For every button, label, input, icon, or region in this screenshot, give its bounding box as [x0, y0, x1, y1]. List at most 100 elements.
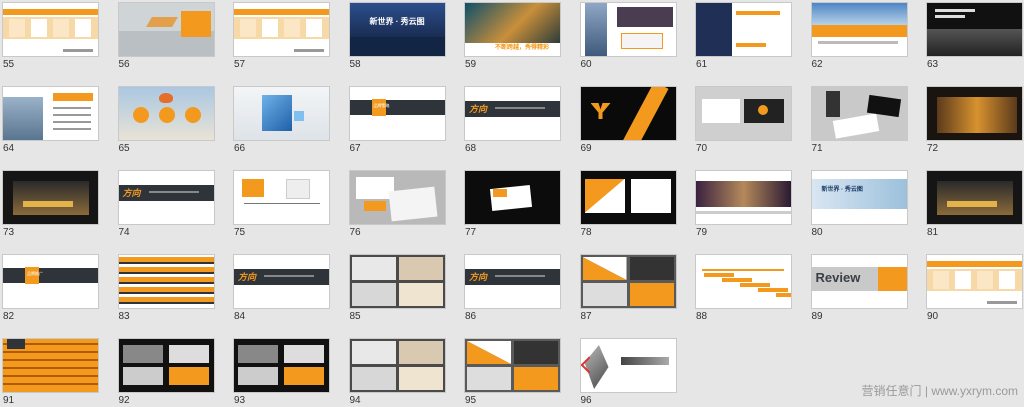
slide-thumbnail[interactable]: 69: [580, 87, 676, 154]
slide-preview[interactable]: [118, 255, 214, 308]
slide-preview[interactable]: [234, 3, 329, 56]
slide-preview[interactable]: [811, 87, 907, 140]
shape: [118, 302, 214, 304]
slide-preview[interactable]: [465, 171, 560, 224]
slide-preview[interactable]: 品牌推广: [3, 255, 98, 308]
slide-thumbnail[interactable]: 83: [118, 255, 214, 322]
slide-preview[interactable]: [580, 339, 676, 392]
slide-thumbnail[interactable]: 90: [927, 255, 1022, 322]
shape: [23, 201, 73, 207]
slide-preview[interactable]: [118, 3, 214, 56]
slide-thumbnail[interactable]: 65: [118, 87, 214, 154]
slide-preview[interactable]: [349, 255, 445, 308]
slide-preview[interactable]: [349, 171, 445, 224]
slide-thumbnail[interactable]: 79: [696, 171, 791, 238]
shape: [398, 283, 443, 306]
slide-thumbnail[interactable]: Review 89: [811, 255, 907, 322]
slide-preview[interactable]: [580, 255, 676, 308]
slide-thumbnail[interactable]: 87: [580, 255, 676, 322]
shape: [811, 3, 907, 25]
slide-thumbnail[interactable]: 77: [465, 171, 560, 238]
slide-preview[interactable]: 品牌策略: [349, 87, 445, 140]
slide-thumbnail[interactable]: 方向 74: [118, 171, 214, 238]
slide-thumbnail[interactable]: 新世界 · 秀云图 58: [349, 3, 445, 70]
slide-preview[interactable]: [3, 87, 98, 140]
slide-thumbnail[interactable]: 62: [811, 3, 907, 70]
slide-preview[interactable]: [696, 171, 791, 224]
slide-thumbnail[interactable]: 93: [234, 339, 329, 406]
slide-thumbnail[interactable]: 66: [234, 87, 329, 154]
slide-preview[interactable]: [927, 171, 1022, 224]
slide-thumbnail[interactable]: 55: [3, 3, 98, 70]
slide-thumbnail[interactable]: 72: [927, 87, 1022, 154]
slide-preview[interactable]: [811, 3, 907, 56]
slide-thumbnail[interactable]: 76: [349, 171, 445, 238]
shape: [306, 19, 322, 37]
slide-number: 75: [234, 227, 246, 238]
slide-number: 60: [580, 59, 592, 70]
slide-preview[interactable]: [580, 87, 676, 140]
slide-thumbnail[interactable]: 92: [118, 339, 214, 406]
slide-preview[interactable]: 方向: [234, 255, 329, 308]
slide-preview[interactable]: [118, 87, 214, 140]
slide-preview[interactable]: [696, 255, 791, 308]
slide-thumbnail[interactable]: 88: [696, 255, 791, 322]
slide-preview[interactable]: [927, 255, 1022, 308]
slide-preview[interactable]: [234, 339, 329, 392]
slide-thumbnail[interactable]: 73: [3, 171, 98, 238]
slide-preview[interactable]: 方向: [465, 255, 560, 308]
shape: [3, 97, 43, 140]
slide-preview[interactable]: [3, 3, 98, 56]
slide-preview[interactable]: [696, 3, 791, 56]
slide-preview[interactable]: [3, 171, 98, 224]
slide-thumbnail[interactable]: 64: [3, 87, 98, 154]
slide-number: 58: [349, 59, 361, 70]
slide-preview[interactable]: [927, 87, 1022, 140]
slide-thumbnail[interactable]: 不断跨越，秀得精彩 59: [465, 3, 560, 70]
slide-thumbnail[interactable]: 56: [118, 3, 214, 70]
slide-preview[interactable]: [927, 3, 1022, 56]
shape: [53, 19, 69, 37]
slide-thumbnail[interactable]: 95: [465, 339, 560, 406]
slide-thumbnail[interactable]: 71: [811, 87, 907, 154]
slide-thumbnail[interactable]: 57: [234, 3, 329, 70]
slide-preview[interactable]: 新世界 · 秀云图: [811, 171, 907, 224]
slide-thumbnail[interactable]: 78: [580, 171, 676, 238]
slide-thumbnail[interactable]: 品牌策略 67: [349, 87, 445, 154]
slide-thumbnail[interactable]: 61: [696, 3, 791, 70]
shape: [264, 275, 314, 277]
slide-preview[interactable]: 不断跨越，秀得精彩: [465, 3, 560, 56]
slide-number: 90: [927, 311, 939, 322]
slide-thumbnail[interactable]: 91: [3, 339, 98, 406]
slide-preview[interactable]: [580, 3, 676, 56]
slide-thumbnail[interactable]: 81: [927, 171, 1022, 238]
slide-thumbnail[interactable]: 85: [349, 255, 445, 322]
slide-thumbnail[interactable]: 新世界 · 秀云图 80: [811, 171, 907, 238]
slide-preview[interactable]: [580, 171, 676, 224]
slide-preview[interactable]: Review: [811, 255, 907, 308]
slide-thumbnail[interactable]: 方向 68: [465, 87, 560, 154]
slide-thumbnail[interactable]: 63: [927, 3, 1022, 70]
slide-preview[interactable]: [349, 339, 445, 392]
slide-preview[interactable]: [234, 87, 329, 140]
shape: [158, 93, 173, 103]
slide-thumbnail[interactable]: 方向 86: [465, 255, 560, 322]
slide-preview[interactable]: [118, 339, 214, 392]
slide-preview[interactable]: [234, 171, 329, 224]
slide-thumbnail[interactable]: 75: [234, 171, 329, 238]
slide-thumbnail[interactable]: 方向 84: [234, 255, 329, 322]
shape: [620, 33, 663, 49]
shape: [294, 111, 304, 121]
slide-preview[interactable]: [696, 87, 791, 140]
slide-preview[interactable]: [3, 339, 98, 392]
slide-thumbnail[interactable]: 94: [349, 339, 445, 406]
slide-preview[interactable]: 新世界 · 秀云图: [349, 3, 445, 56]
shape: [349, 100, 445, 115]
slide-preview[interactable]: 方向: [118, 171, 214, 224]
slide-thumbnail[interactable]: 70: [696, 87, 791, 154]
slide-preview[interactable]: [465, 339, 560, 392]
slide-thumbnail[interactable]: 品牌推广 82: [3, 255, 98, 322]
slide-thumbnail[interactable]: 60: [580, 3, 676, 70]
slide-preview[interactable]: 方向: [465, 87, 560, 140]
slide-thumbnail[interactable]: 96: [580, 339, 676, 406]
